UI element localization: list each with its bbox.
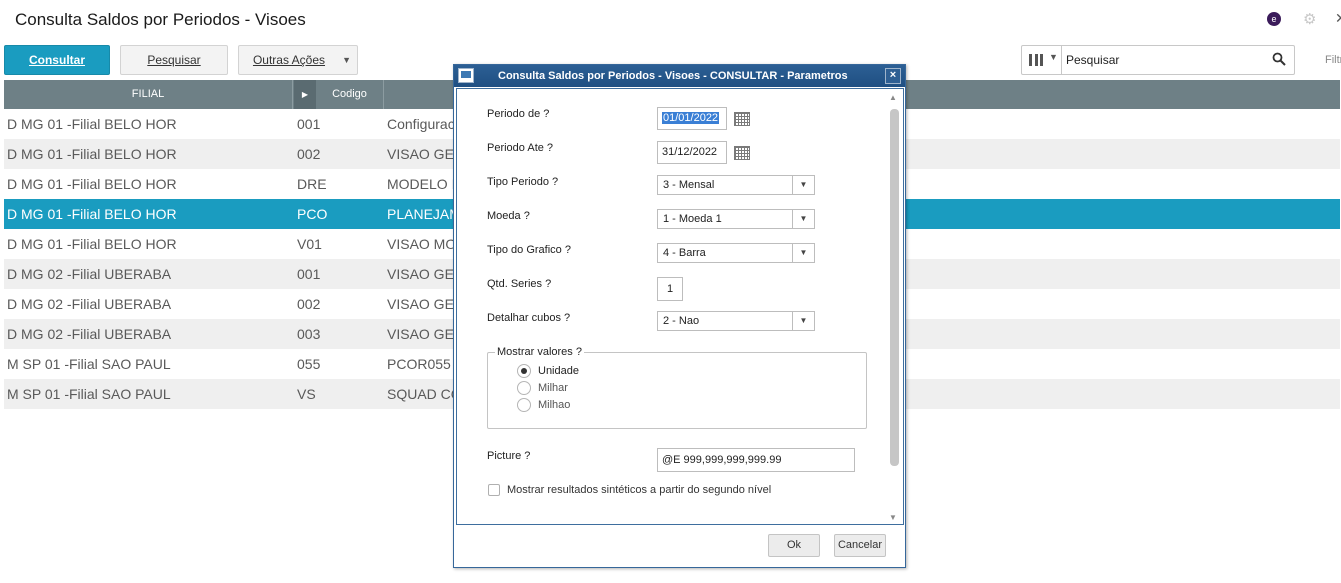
cell-codigo: 001 — [297, 116, 321, 132]
tipo-grafico-select[interactable]: 4 - Barra ▼ — [657, 243, 815, 263]
cell-descricao: VISAO GE — [387, 266, 454, 282]
columns-selector[interactable]: ▼ — [1022, 46, 1062, 74]
picture-label: Picture ? — [487, 450, 531, 462]
cell-descricao: VISAO GE — [387, 326, 454, 342]
cell-codigo: 002 — [297, 146, 321, 162]
dialog-title: Consulta Saldos por Periodos - Visoes - … — [498, 70, 848, 82]
sort-arrow-icon[interactable]: ▶ — [294, 80, 316, 109]
calendar-icon[interactable] — [734, 146, 750, 160]
tipo-periodo-label: Tipo Periodo ? — [487, 176, 559, 188]
cell-descricao: VISAO GE — [387, 146, 454, 162]
cell-descricao: MODELO I — [387, 176, 456, 192]
scroll-down-icon[interactable]: ▼ — [889, 513, 897, 522]
moeda-value: 1 - Moeda 1 — [663, 213, 722, 225]
cell-descricao: VISAO MO — [387, 236, 457, 252]
sinteticos-checkbox[interactable] — [488, 484, 500, 496]
search-box: ▼ — [1021, 45, 1295, 75]
radio-unidade-label: Unidade — [538, 365, 579, 377]
chevron-down-icon: ▼ — [792, 244, 814, 262]
tipo-periodo-value: 3 - Mensal — [663, 179, 715, 191]
filter-link[interactable]: Filtr — [1325, 54, 1341, 66]
cell-codigo: PCO — [297, 206, 328, 222]
consultar-button[interactable]: Consultar — [4, 45, 110, 75]
caret-down-icon: ▼ — [1049, 52, 1058, 62]
periodo-ate-field[interactable]: 31/12/2022 — [657, 141, 727, 164]
cell-filial: D MG 02 -Filial UBERABA — [7, 296, 172, 312]
outras-acoes-button[interactable]: Outras Ações ▼ — [238, 45, 358, 75]
cell-descricao: VISAO GE — [387, 296, 454, 312]
sinteticos-checkbox-label: Mostrar resultados sintéticos a partir d… — [507, 484, 772, 496]
dialog-scrollbar[interactable]: ▲ ▼ — [888, 91, 901, 522]
scroll-up-icon[interactable]: ▲ — [889, 93, 897, 102]
cell-descricao: Configurac — [387, 116, 455, 132]
dialog-titlebar[interactable]: Consulta Saldos por Periodos - Visoes - … — [454, 65, 905, 87]
cell-descricao: PCOR055 — [387, 356, 451, 372]
window-icon — [458, 68, 474, 83]
scrollbar-thumb[interactable] — [890, 109, 899, 466]
tipo-periodo-select[interactable]: 3 - Mensal ▼ — [657, 175, 815, 195]
columns-icon — [1029, 54, 1043, 66]
pesquisar-button[interactable]: Pesquisar — [120, 45, 228, 75]
column-header-codigo[interactable]: Codigo — [316, 80, 384, 109]
dialog-body: Periodo de ? 01/01/2022 Periodo Ate ? 31… — [456, 88, 904, 525]
detalhar-cubos-select[interactable]: 2 - Nao ▼ — [657, 311, 815, 331]
chevron-down-icon: ▼ — [792, 176, 814, 194]
cell-codigo: VS — [297, 386, 316, 402]
radio-unidade[interactable] — [517, 364, 531, 378]
radio-milhar[interactable] — [517, 381, 531, 395]
cell-descricao: PLANEJAM — [387, 206, 457, 222]
cell-filial: M SP 01 -Filial SAO PAUL — [7, 386, 171, 402]
radio-milhao-label: Milhao — [538, 399, 571, 411]
moeda-select[interactable]: 1 - Moeda 1 ▼ — [657, 209, 815, 229]
outras-acoes-label: Outras Ações — [252, 53, 326, 67]
chevron-down-icon: ▼ — [792, 312, 814, 330]
cell-filial: D MG 01 -Filial BELO HOR — [7, 236, 177, 252]
cell-filial: D MG 01 -Filial BELO HOR — [7, 116, 177, 132]
radio-milhao[interactable] — [517, 398, 531, 412]
cell-filial: D MG 02 -Filial UBERABA — [7, 326, 172, 342]
cell-filial: D MG 01 -Filial BELO HOR — [7, 146, 177, 162]
radio-milhar-label: Milhar — [538, 382, 568, 394]
page-title: Consulta Saldos por Periodos - Visoes — [15, 10, 306, 29]
cell-codigo: 001 — [297, 266, 321, 282]
periodo-ate-label: Periodo Ate ? — [487, 142, 554, 154]
column-header-filial[interactable]: FILIAL — [4, 80, 293, 109]
cell-filial: D MG 02 -Filial UBERABA — [7, 266, 172, 282]
user-avatar-icon[interactable]: e — [1267, 12, 1281, 26]
parametros-dialog: Consulta Saldos por Periodos - Visoes - … — [453, 64, 906, 568]
pesquisar-button-label: Pesquisar — [147, 53, 201, 67]
cell-codigo: 002 — [297, 296, 321, 312]
close-icon[interactable]: ✕ — [1335, 10, 1341, 27]
cell-filial: M SP 01 -Filial SAO PAUL — [7, 356, 171, 372]
chevron-down-icon: ▼ — [792, 210, 814, 228]
picture-field[interactable]: @E 999,999,999,999.99 — [657, 448, 855, 472]
caret-down-icon: ▼ — [342, 55, 351, 65]
periodo-de-field[interactable]: 01/01/2022 — [657, 107, 727, 130]
tipo-grafico-value: 4 - Barra — [663, 247, 706, 259]
dialog-close-button[interactable]: × — [885, 68, 901, 84]
qtd-series-label: Qtd. Series ? — [487, 278, 552, 290]
cancel-button[interactable]: Cancelar — [834, 534, 886, 557]
gear-icon[interactable]: ⚙ — [1303, 10, 1316, 28]
mostrar-valores-group: Mostrar valores ? Unidade Milhar Milhao — [487, 346, 867, 429]
moeda-label: Moeda ? — [487, 210, 530, 222]
qtd-series-field[interactable]: 1 — [657, 277, 683, 301]
search-input[interactable] — [1066, 51, 1266, 69]
periodo-de-value: 01/01/2022 — [662, 112, 720, 124]
ok-button[interactable]: Ok — [768, 534, 820, 557]
calendar-icon[interactable] — [734, 112, 750, 126]
tipo-grafico-label: Tipo do Grafico ? — [487, 244, 571, 256]
cell-codigo: V01 — [297, 236, 322, 252]
cell-descricao: SQUAD CO — [387, 386, 457, 402]
cell-codigo: DRE — [297, 176, 327, 192]
search-icon[interactable] — [1272, 52, 1286, 66]
cell-codigo: 003 — [297, 326, 321, 342]
detalhar-cubos-label: Detalhar cubos ? — [487, 312, 571, 324]
cell-filial: D MG 01 -Filial BELO HOR — [7, 206, 177, 222]
cell-codigo: 055 — [297, 356, 321, 372]
detalhar-cubos-value: 2 - Nao — [663, 315, 700, 327]
mostrar-valores-legend: Mostrar valores ? — [495, 346, 584, 358]
cell-filial: D MG 01 -Filial BELO HOR — [7, 176, 177, 192]
periodo-de-label: Periodo de ? — [487, 108, 550, 120]
